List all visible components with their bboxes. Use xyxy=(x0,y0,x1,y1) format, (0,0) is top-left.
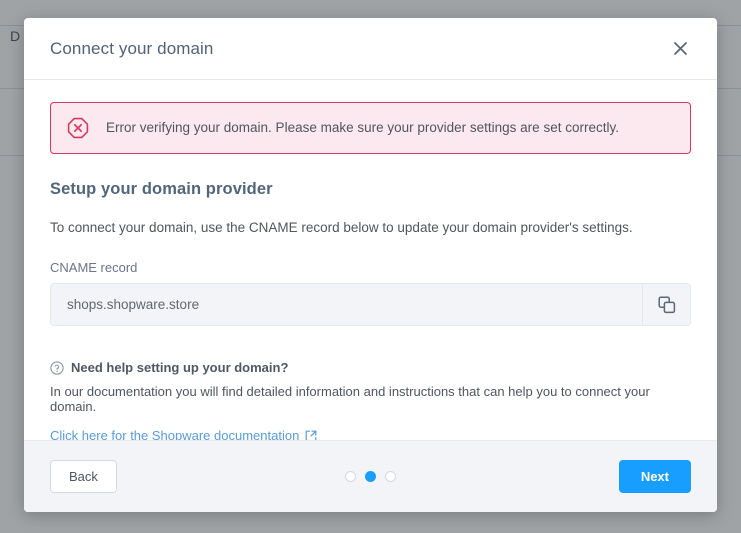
close-icon xyxy=(673,41,688,56)
section-description: To connect your domain, use the CNAME re… xyxy=(50,220,633,235)
section-heading: Setup your domain provider xyxy=(50,180,273,198)
documentation-link[interactable]: Click here for the Shopware documentatio… xyxy=(50,428,317,440)
error-alert: Error verifying your domain. Please make… xyxy=(50,102,691,154)
back-button[interactable]: Back xyxy=(50,460,117,493)
modal-title: Connect your domain xyxy=(50,38,214,58)
modal-header: Connect your domain xyxy=(24,18,717,80)
external-link-icon xyxy=(305,430,317,440)
documentation-link-label[interactable]: Click here for the Shopware documentatio… xyxy=(50,428,299,440)
copy-cname-button[interactable] xyxy=(642,284,690,325)
modal-body: Error verifying your domain. Please make… xyxy=(24,80,717,440)
cname-record-label: CNAME record xyxy=(50,260,138,275)
step-dot-3[interactable] xyxy=(385,471,396,482)
help-block: Need help setting up your domain? In our… xyxy=(50,360,691,440)
close-button[interactable] xyxy=(667,36,693,62)
copy-icon xyxy=(657,295,676,314)
question-circle-icon xyxy=(50,360,64,375)
connect-domain-modal: Connect your domain Error verifying your… xyxy=(24,18,717,512)
step-indicator xyxy=(24,471,717,482)
help-title-row: Need help setting up your domain? xyxy=(50,360,691,375)
help-description: In our documentation you will find detai… xyxy=(50,384,650,414)
step-dot-1[interactable] xyxy=(345,471,356,482)
next-button[interactable]: Next xyxy=(618,460,691,493)
step-dot-2[interactable] xyxy=(365,471,376,482)
cname-record-field: shops.shopware.store xyxy=(50,283,691,326)
cname-record-value[interactable]: shops.shopware.store xyxy=(51,284,642,325)
modal-footer: Back Next xyxy=(24,440,717,512)
error-octagon-icon xyxy=(67,117,89,139)
help-title: Need help setting up your domain? xyxy=(71,360,289,375)
error-alert-message: Error verifying your domain. Please make… xyxy=(106,120,619,136)
